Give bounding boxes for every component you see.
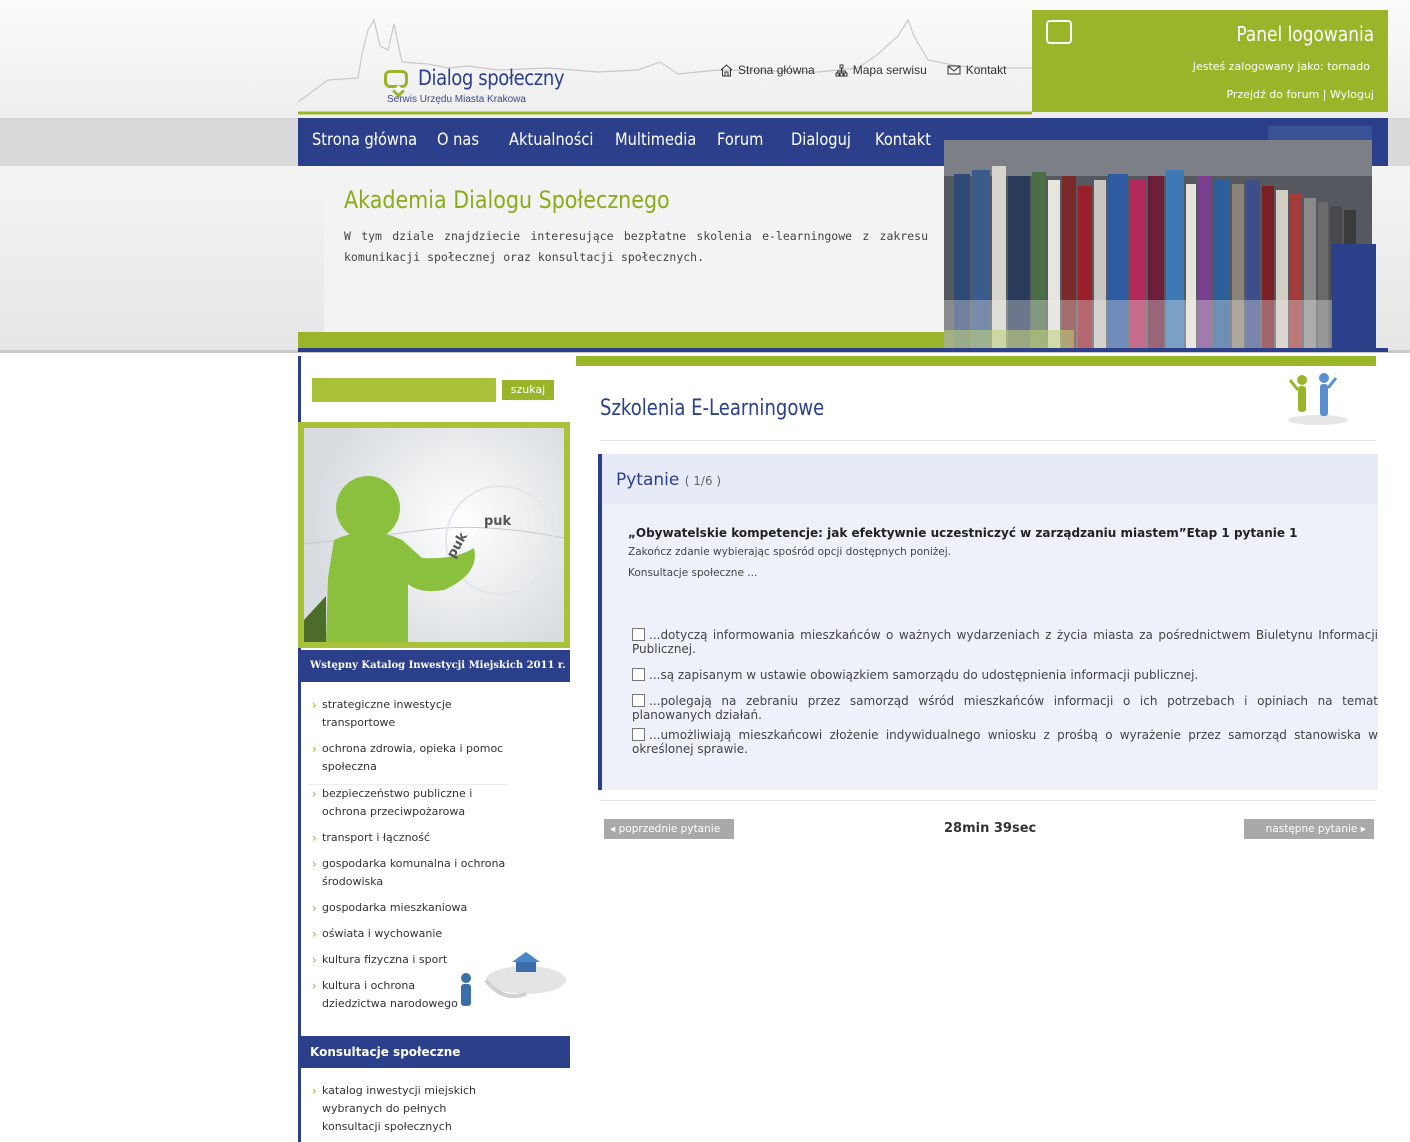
list-item[interactable]: transport i łączność: [308, 829, 508, 847]
title-divider: [600, 440, 1376, 441]
sidebar: szukaj puk puk Wstępny Katalog Inwestycj…: [298, 356, 570, 1142]
search-button[interactable]: szukaj: [502, 380, 554, 400]
consultations-heading: Konsultacje społeczne: [298, 1036, 570, 1068]
nav-item-contact[interactable]: Kontakt: [875, 130, 944, 150]
login-icon: [1046, 20, 1072, 44]
toplink-home-label: Strona główna: [738, 63, 815, 77]
login-panel: Panel logowania Jesteś zalogowany jako: …: [1032, 10, 1388, 112]
toplink-contact-label: Kontakt: [965, 63, 1007, 77]
nav-item-about[interactable]: O nas: [437, 130, 499, 150]
question-counter: ( 1/6 ): [684, 474, 722, 488]
promo-text-1: puk: [484, 514, 512, 529]
question-body: „Obywatelskie kompetencje: jak efektywni…: [602, 504, 1378, 604]
list-item[interactable]: strategiczne inwestycje transportowe: [308, 696, 508, 732]
list-item[interactable]: gospodarka mieszkaniowa: [308, 899, 508, 917]
forum-link[interactable]: Przejdź do forum: [1226, 88, 1319, 101]
question-box: Pytanie ( 1/6 ) „Obywatelskie kompetencj…: [598, 454, 1378, 790]
quiz-timer: 28min 39sec: [944, 821, 1037, 836]
nav-item-news[interactable]: Aktualności: [509, 130, 600, 150]
question-stem: Konsultacje społeczne ...: [628, 567, 758, 579]
answer-checkbox[interactable]: [632, 728, 645, 741]
answer-text: ...polegają na zebraniu przez samorząd w…: [632, 694, 1378, 722]
answer-option[interactable]: ...umożliwiają mieszkańcowi złożenie ind…: [632, 728, 1378, 756]
question-instruction: Zakończ zdanie wybierając spośród opcji …: [628, 546, 951, 558]
logged-in-user: Jesteś zalogowany jako: tornado: [1192, 60, 1370, 73]
banner-blue-line: [298, 348, 1388, 352]
consultations-list: katalog inwestycji miejskich wybranych d…: [308, 1082, 568, 1142]
logout-link[interactable]: Wyloguj: [1330, 88, 1374, 101]
page-title: Szkolenia E-Learningowe: [600, 396, 825, 421]
promo-banner[interactable]: puk puk: [298, 422, 570, 648]
investment-catalog-heading: Wstępny Katalog Inwestycji Miejskich 201…: [298, 650, 570, 682]
answer-checkbox[interactable]: [632, 668, 645, 681]
toplink-home[interactable]: Strona główna: [720, 62, 815, 78]
answer-text: ...są zapisanym w ustawie obowiązkiem sa…: [649, 668, 1199, 682]
list-item[interactable]: gospodarka komunalna i ochrona środowisk…: [308, 855, 508, 891]
banner-shade: [1268, 126, 1372, 140]
top-links: Strona główna Mapa serwisu Kontakt: [720, 62, 1006, 78]
answer-options: ...dotyczą informowania mieszkańców o wa…: [602, 604, 1378, 790]
answer-text: ...dotyczą informowania mieszkańców o wa…: [632, 628, 1378, 656]
toplink-sitemap[interactable]: Mapa serwisu: [835, 62, 927, 78]
login-link-separator: |: [1322, 88, 1327, 101]
nav-item-forum[interactable]: Forum: [717, 130, 781, 150]
nav-item-home[interactable]: Strona główna: [312, 130, 420, 150]
banner: Akademia Dialogu Społecznego W tym dzial…: [324, 166, 946, 352]
logo-subtitle: Serwis Urzędu Miasta Krakowa: [387, 94, 526, 105]
previous-question-button[interactable]: ◂ poprzednie pytanie: [604, 819, 734, 839]
logo-title: Dialog społeczny: [418, 66, 565, 90]
answer-text: ...umożliwiają mieszkańcowi złożenie ind…: [632, 728, 1378, 756]
search-input[interactable]: [312, 378, 496, 402]
nav-item-multimedia[interactable]: Multimedia: [615, 130, 703, 150]
answer-option[interactable]: ...dotyczą informowania mieszkańców o wa…: [632, 628, 1378, 656]
banner-green-block: [944, 330, 1074, 350]
content-top-bar: [576, 356, 1376, 366]
list-item[interactable]: ochrona zdrowia, opieka i pomoc społeczn…: [308, 740, 508, 776]
site-header: Dialog społeczny Serwis Urzędu Miasta Kr…: [298, 10, 1388, 118]
knocking-figure-illustration: [304, 476, 564, 642]
question-title: „Obywatelskie kompetencje: jak efektywni…: [628, 526, 1298, 540]
banner-text: W tym dziale znajdziecie interesujące be…: [344, 229, 928, 264]
list-item[interactable]: bezpieczeństwo publiczne i ochrona przec…: [308, 784, 508, 821]
banner-title: Akademia Dialogu Społecznego: [344, 186, 670, 214]
mail-icon: [947, 65, 961, 75]
bookshelf-image: [944, 140, 1372, 350]
answer-option[interactable]: ...są zapisanym w ustawie obowiązkiem sa…: [632, 668, 1378, 682]
login-links: Przejdź do forum | Wyloguj: [1226, 88, 1374, 101]
list-item[interactable]: katalog inwestycji miejskich wybranych d…: [308, 1082, 478, 1136]
next-question-button[interactable]: następne pytanie ▸: [1244, 819, 1374, 839]
login-panel-title: Panel logowania: [1236, 22, 1374, 46]
banner-blue-block: [1332, 244, 1376, 350]
question-label-text: Pytanie: [616, 470, 680, 490]
list-item[interactable]: kultura i ochrona dziedzictwa narodowego: [308, 977, 458, 1013]
home-icon: [720, 63, 733, 76]
answer-option[interactable]: ...polegają na zebraniu przez samorząd w…: [632, 694, 1378, 722]
toplink-contact[interactable]: Kontakt: [947, 62, 1007, 78]
pager-divider: [600, 800, 1376, 801]
answer-checkbox[interactable]: [632, 694, 645, 707]
answer-checkbox[interactable]: [632, 628, 645, 641]
sitemap-icon: [835, 64, 848, 76]
question-label: Pytanie ( 1/6 ): [616, 470, 721, 490]
house-figure-illustration: [461, 952, 566, 1006]
toplink-sitemap-label: Mapa serwisu: [852, 63, 927, 77]
people-icon: [1288, 373, 1348, 425]
nav-item-dialoguj[interactable]: Dialoguj: [791, 130, 863, 150]
main-nav-items: Strona główna O nas Aktualności Multimed…: [312, 130, 955, 150]
promo-illustration: puk puk: [304, 428, 564, 642]
speech-bubble-icon: [384, 70, 408, 88]
question-header: Pytanie ( 1/6 ): [602, 454, 1378, 504]
list-item[interactable]: oświata i wychowanie: [308, 925, 508, 943]
